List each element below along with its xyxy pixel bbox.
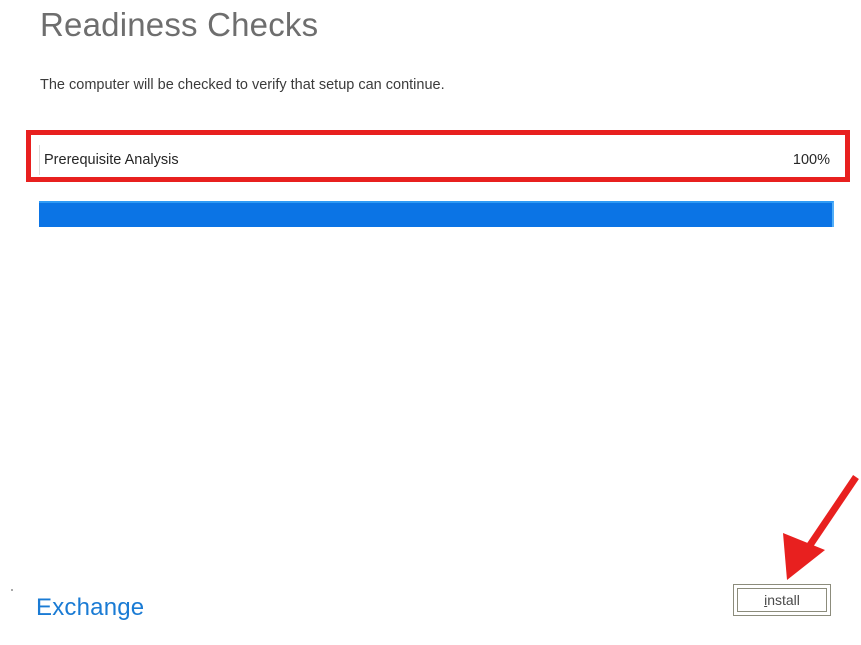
progress-bar-fill (39, 201, 834, 227)
task-percent-label: 100% (792, 152, 830, 168)
progress-task-row: Prerequisite Analysis 100% (39, 145, 834, 175)
install-button-label-rest: nstall (767, 592, 800, 608)
exchange-brand-logo: Exchange (36, 594, 145, 621)
install-button[interactable]: i nstall (733, 584, 831, 616)
progress-bar-track (39, 201, 834, 227)
red-arrow-annotation-icon (783, 475, 859, 580)
task-label: Prerequisite Analysis (44, 152, 179, 168)
page-title: Readiness Checks (40, 6, 319, 43)
stray-pixel-artifact (11, 589, 13, 591)
page-subtitle: The computer will be checked to verify t… (40, 77, 445, 93)
readiness-checks-page: Readiness Checks The computer will be ch… (0, 0, 861, 645)
